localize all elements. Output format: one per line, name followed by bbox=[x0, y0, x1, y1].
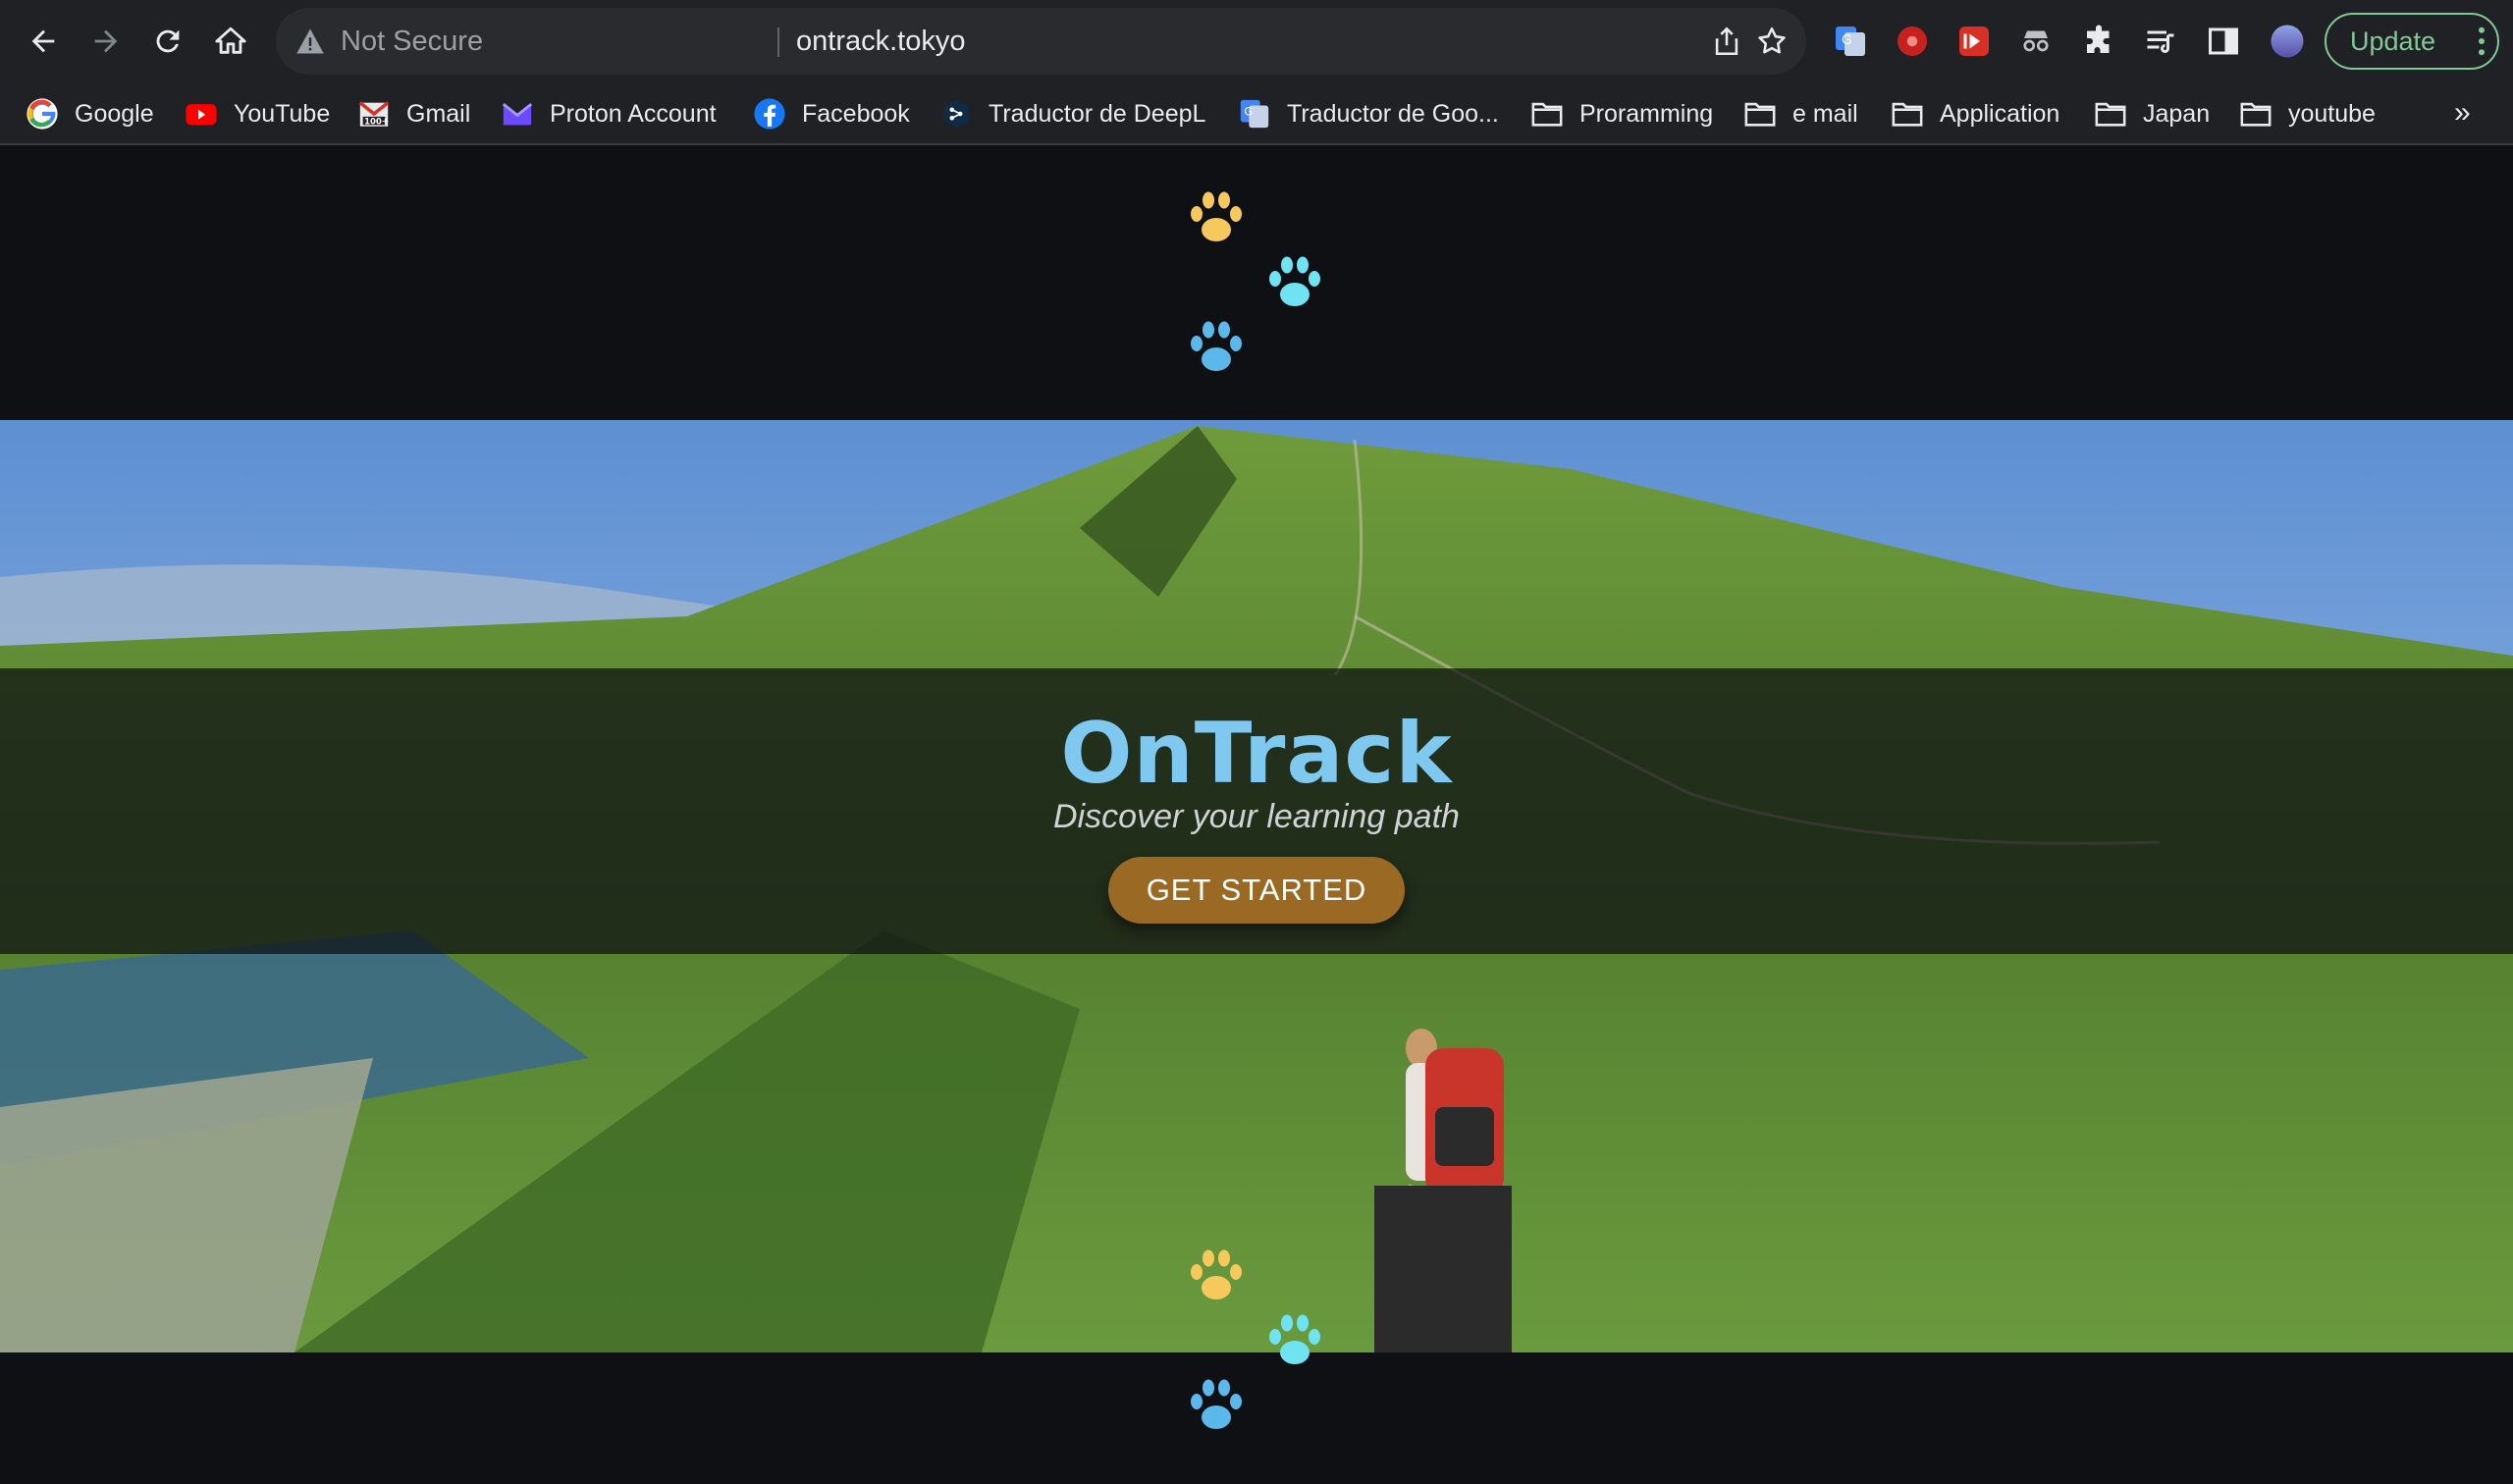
address-divider bbox=[777, 27, 779, 57]
folder-icon bbox=[1530, 97, 1564, 131]
google-translate-extension[interactable]: G bbox=[1831, 22, 1870, 61]
bookmark-proton[interactable]: Proton Account bbox=[501, 82, 717, 145]
google-translate-icon: G bbox=[1836, 26, 1865, 56]
google-translate-icon: G bbox=[1238, 97, 1271, 131]
bookmark-label: Traductor de DeepL bbox=[989, 99, 1206, 128]
bookmark-label: Proton Account bbox=[550, 99, 717, 128]
bookmark-star-icon[interactable] bbox=[1755, 25, 1789, 58]
bookmark-label: Application bbox=[1940, 99, 2060, 128]
bookmark-label: YouTube bbox=[234, 99, 331, 128]
playlist-icon bbox=[2147, 30, 2174, 53]
back-arrow-icon bbox=[31, 29, 55, 53]
folder-icon bbox=[2094, 97, 2127, 131]
paw-print-icon bbox=[1185, 1246, 1248, 1305]
bookmark-facebook[interactable]: Facebook bbox=[753, 82, 910, 145]
bookmark-youtube[interactable]: YouTube bbox=[185, 82, 330, 145]
paw-print-icon bbox=[1263, 1311, 1326, 1370]
google-icon bbox=[26, 97, 59, 131]
folder-icon bbox=[2239, 97, 2272, 131]
browser-toolbar: Not Secure ontrack.tokyo G Update bbox=[0, 0, 2513, 82]
bookmark-label: Facebook bbox=[802, 99, 910, 128]
youtube-icon bbox=[185, 97, 218, 131]
video-play-icon bbox=[1959, 26, 1989, 56]
video-extension[interactable] bbox=[1954, 22, 1994, 61]
bookmark-label: Traductor de Goo... bbox=[1287, 99, 1499, 128]
media-control-button[interactable] bbox=[2141, 22, 2180, 61]
facebook-icon bbox=[753, 97, 786, 131]
reload-button[interactable] bbox=[140, 14, 195, 69]
side-panel-button[interactable] bbox=[2204, 22, 2243, 61]
gmail-icon: 100+ bbox=[357, 97, 391, 131]
folder-icon bbox=[1891, 97, 1924, 131]
paw-print-icon bbox=[1185, 1376, 1248, 1435]
paw-print-icon bbox=[1263, 253, 1326, 312]
back-button[interactable] bbox=[16, 14, 71, 69]
address-bar[interactable]: Not Secure ontrack.tokyo bbox=[276, 8, 1806, 75]
svg-text:G: G bbox=[1842, 32, 1851, 48]
forward-arrow-icon bbox=[94, 29, 118, 53]
home-button[interactable] bbox=[203, 14, 258, 69]
warning-triangle-icon bbox=[296, 28, 324, 54]
svg-text:G: G bbox=[1244, 104, 1253, 118]
avatar-icon bbox=[2271, 25, 2304, 58]
record-icon bbox=[1898, 26, 1927, 56]
browser-window: Not Secure ontrack.tokyo G Update Google… bbox=[0, 0, 2513, 1484]
more-bookmarks-button[interactable]: » bbox=[2454, 96, 2471, 130]
deepl-icon bbox=[939, 97, 973, 131]
share-icon[interactable] bbox=[1710, 25, 1743, 58]
bookmark-label: Proramming bbox=[1579, 99, 1714, 128]
folder-icon bbox=[1743, 97, 1777, 131]
bookmark-folder-application[interactable]: Application bbox=[1891, 82, 2059, 145]
url-text: ontrack.tokyo bbox=[796, 26, 966, 57]
site-title: OnTrack bbox=[1060, 705, 1453, 803]
bookmarks-bar: Google YouTube 100+ Gmail Proton Account… bbox=[0, 82, 2513, 145]
bookmark-deepl[interactable]: Traductor de DeepL bbox=[939, 82, 1205, 145]
bookmark-folder-email[interactable]: e mail bbox=[1743, 82, 1858, 145]
security-status-label: Not Secure bbox=[341, 26, 484, 57]
profile-button[interactable] bbox=[2268, 22, 2307, 61]
more-options-icon[interactable] bbox=[2478, 26, 2486, 56]
bookmark-google-translate[interactable]: G Traductor de Goo... bbox=[1238, 82, 1499, 145]
proton-icon bbox=[501, 97, 534, 131]
paw-print-icon bbox=[1185, 188, 1248, 247]
bookmark-google[interactable]: Google bbox=[26, 82, 154, 145]
spy-extension[interactable] bbox=[2016, 22, 2056, 61]
paw-print-icon bbox=[1185, 318, 1248, 377]
bookmark-folder-japan[interactable]: Japan bbox=[2094, 82, 2210, 145]
update-label: Update bbox=[2350, 26, 2436, 56]
reload-icon bbox=[156, 29, 180, 53]
bookmark-label: Japan bbox=[2143, 99, 2211, 128]
hero-banner: OnTrack Discover your learning path GET … bbox=[0, 420, 2513, 1352]
bookmark-label: Gmail bbox=[406, 99, 471, 128]
puzzle-icon bbox=[2087, 25, 2110, 53]
bookmark-label: e mail bbox=[1792, 99, 1858, 128]
bookmark-label: Google bbox=[75, 99, 154, 128]
update-button[interactable]: Update bbox=[2325, 13, 2499, 70]
bookmark-gmail[interactable]: 100+ Gmail bbox=[357, 82, 470, 145]
site-tagline: Discover your learning path bbox=[1053, 798, 1460, 835]
home-icon bbox=[215, 26, 246, 54]
incognito-glasses-icon bbox=[2023, 30, 2049, 52]
page-viewport: OnTrack Discover your learning path GET … bbox=[0, 147, 2513, 1484]
side-panel-icon bbox=[2209, 27, 2238, 55]
bookmark-label: youtube bbox=[2288, 99, 2376, 128]
extensions-button[interactable] bbox=[2079, 22, 2118, 61]
record-extension[interactable] bbox=[1893, 22, 1932, 61]
forward-button[interactable] bbox=[79, 14, 134, 69]
svg-text:100+: 100+ bbox=[364, 118, 389, 128]
get-started-button[interactable]: GET STARTED bbox=[1108, 857, 1405, 924]
bookmark-folder-youtube[interactable]: youtube bbox=[2239, 82, 2376, 145]
bookmark-folder-proramming[interactable]: Proramming bbox=[1530, 82, 1713, 145]
